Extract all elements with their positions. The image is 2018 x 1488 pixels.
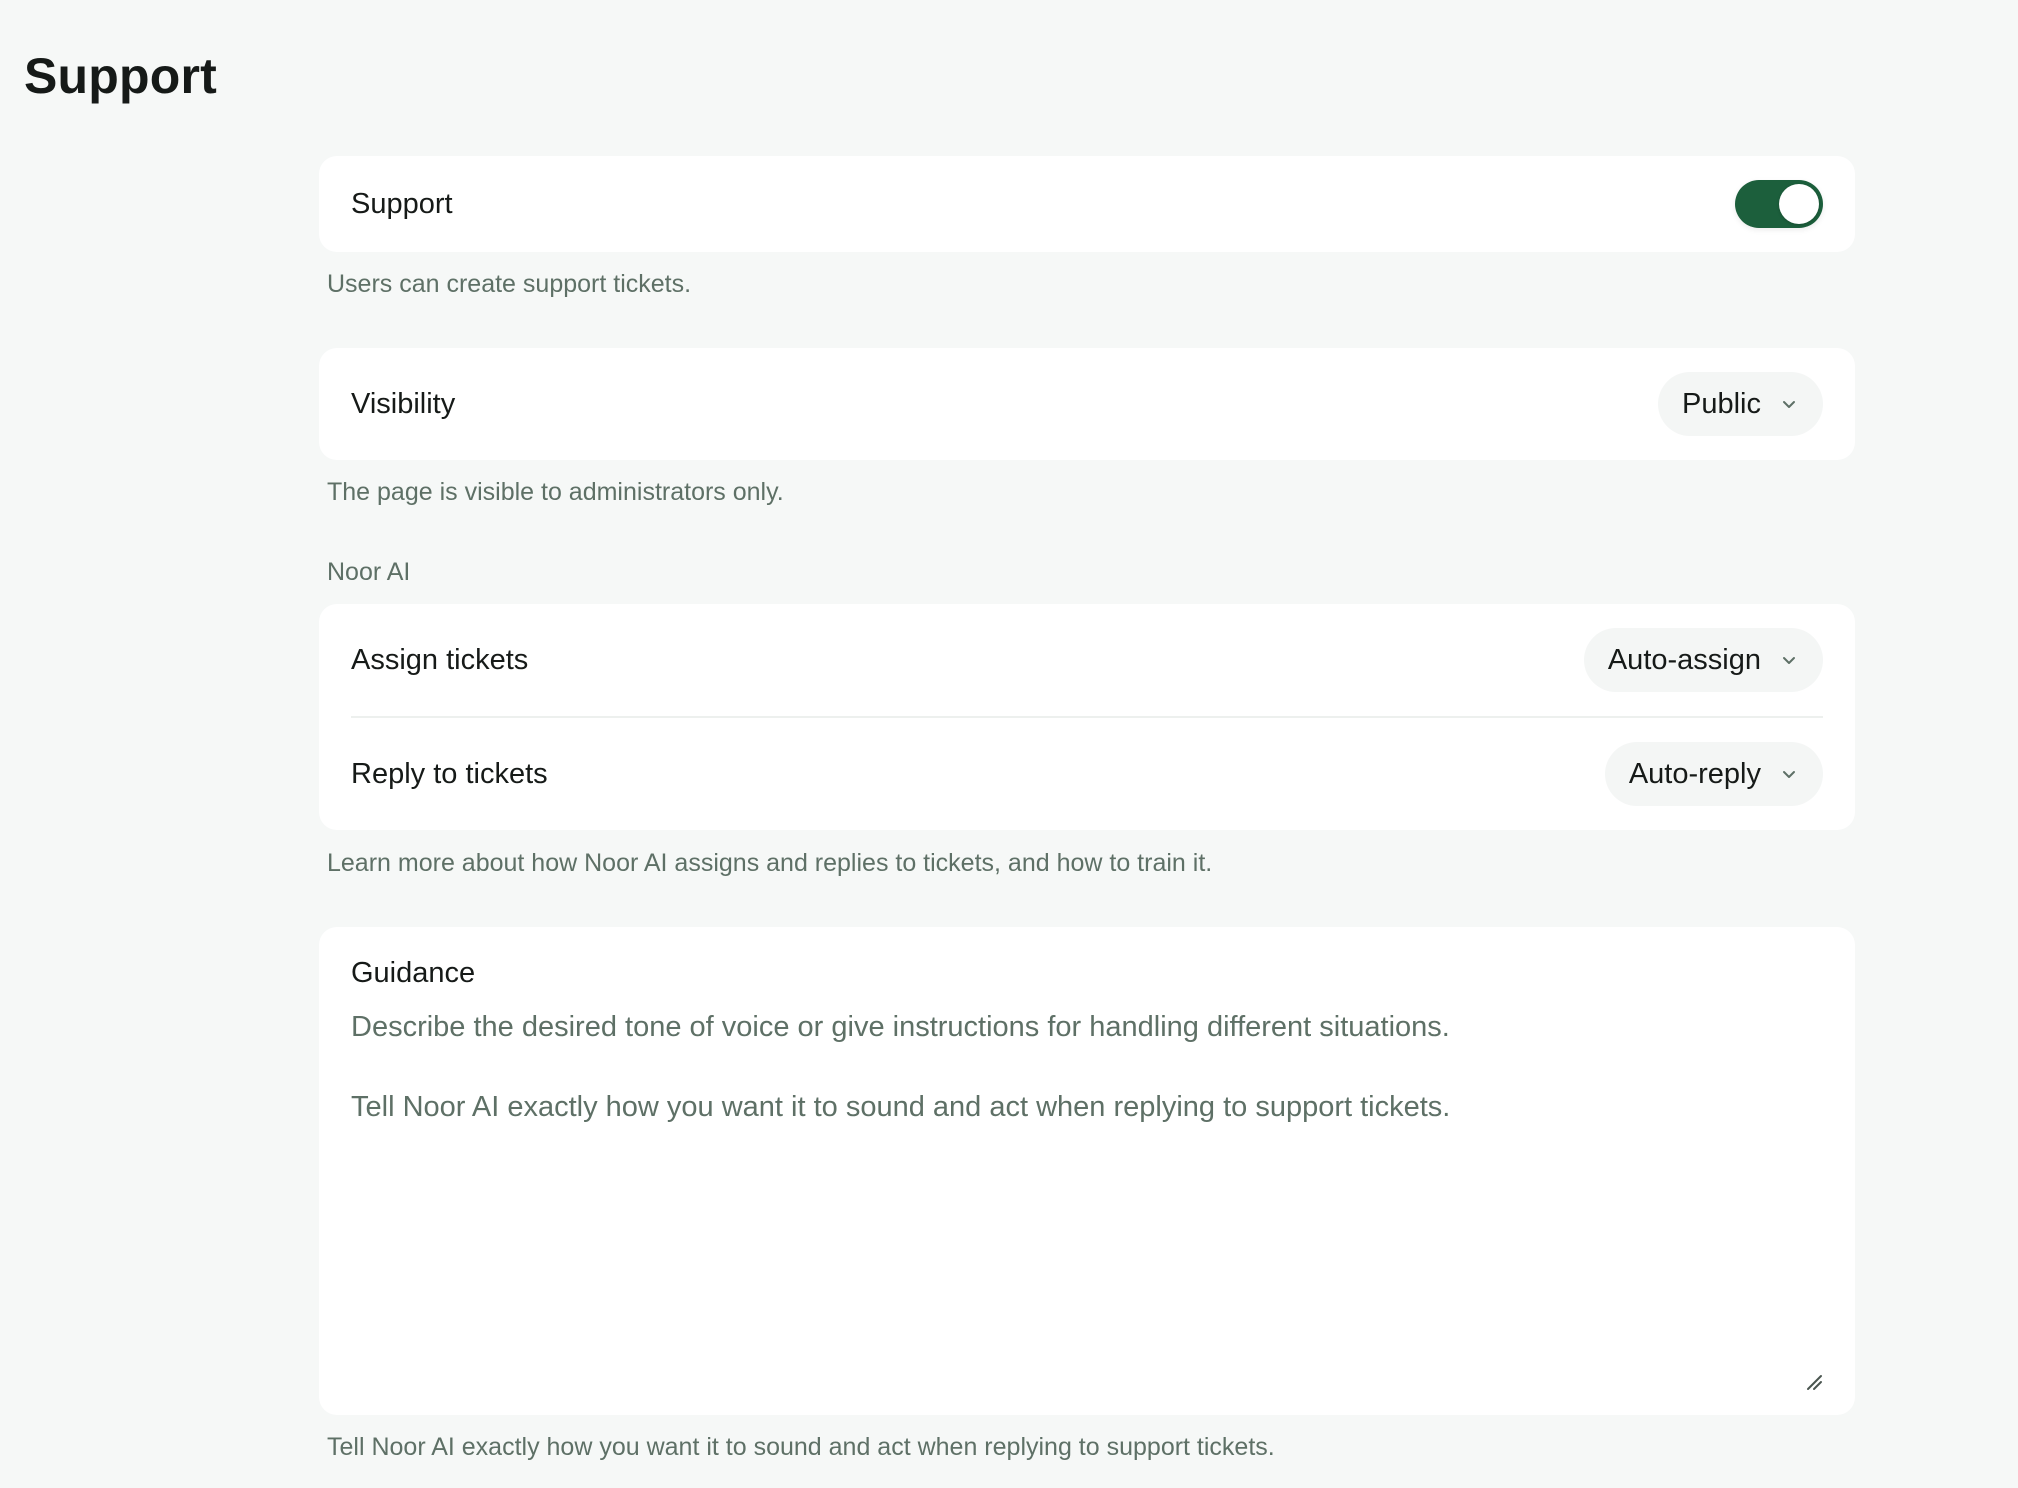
assign-tickets-select-value: Auto-assign [1607, 643, 1761, 676]
visibility-row: Visibility Public [319, 348, 1855, 460]
assign-tickets-row: Assign tickets Auto-assign [319, 604, 1855, 716]
assign-tickets-label: Assign tickets [351, 643, 529, 676]
reply-tickets-select-value: Auto-reply [1628, 757, 1761, 790]
noor-ai-card: Assign tickets Auto-assign Reply to tick… [319, 604, 1855, 830]
support-toggle[interactable] [1735, 180, 1823, 228]
toggle-knob [1779, 184, 1819, 224]
visibility-label: Visibility [351, 387, 456, 420]
reply-tickets-label: Reply to tickets [351, 757, 548, 790]
support-row: Support [319, 156, 1855, 252]
noor-ai-help-text: Learn more about how Noor AI assigns and… [327, 849, 1213, 877]
visibility-select[interactable]: Public [1658, 372, 1823, 436]
chevron-down-icon [1783, 401, 1795, 408]
chevron-down-icon [1783, 657, 1795, 664]
support-label: Support [351, 187, 453, 220]
visibility-help-text: The page is visible to administrators on… [327, 478, 784, 506]
reply-tickets-row: Reply to tickets Auto-reply [319, 718, 1855, 830]
settings-panel: Support Users can create support tickets… [319, 156, 1855, 1463]
guidance-help-text: Tell Noor AI exactly how you want it to … [327, 1433, 1275, 1461]
visibility-card: Visibility Public [319, 348, 1855, 460]
guidance-card: Guidance [319, 927, 1855, 1415]
assign-tickets-select[interactable]: Auto-assign [1583, 628, 1823, 692]
visibility-select-value: Public [1682, 387, 1761, 420]
chevron-down-icon [1783, 771, 1795, 778]
guidance-label: Guidance [351, 957, 476, 989]
resize-handle-icon[interactable] [1805, 1373, 1823, 1391]
support-help-text: Users can create support tickets. [327, 270, 692, 298]
support-card: Support [319, 156, 1855, 252]
page-title: Support [24, 48, 218, 104]
reply-tickets-select[interactable]: Auto-reply [1604, 742, 1823, 806]
noor-ai-section-label: Noor AI [327, 558, 411, 586]
guidance-textarea[interactable] [351, 1007, 1811, 1387]
